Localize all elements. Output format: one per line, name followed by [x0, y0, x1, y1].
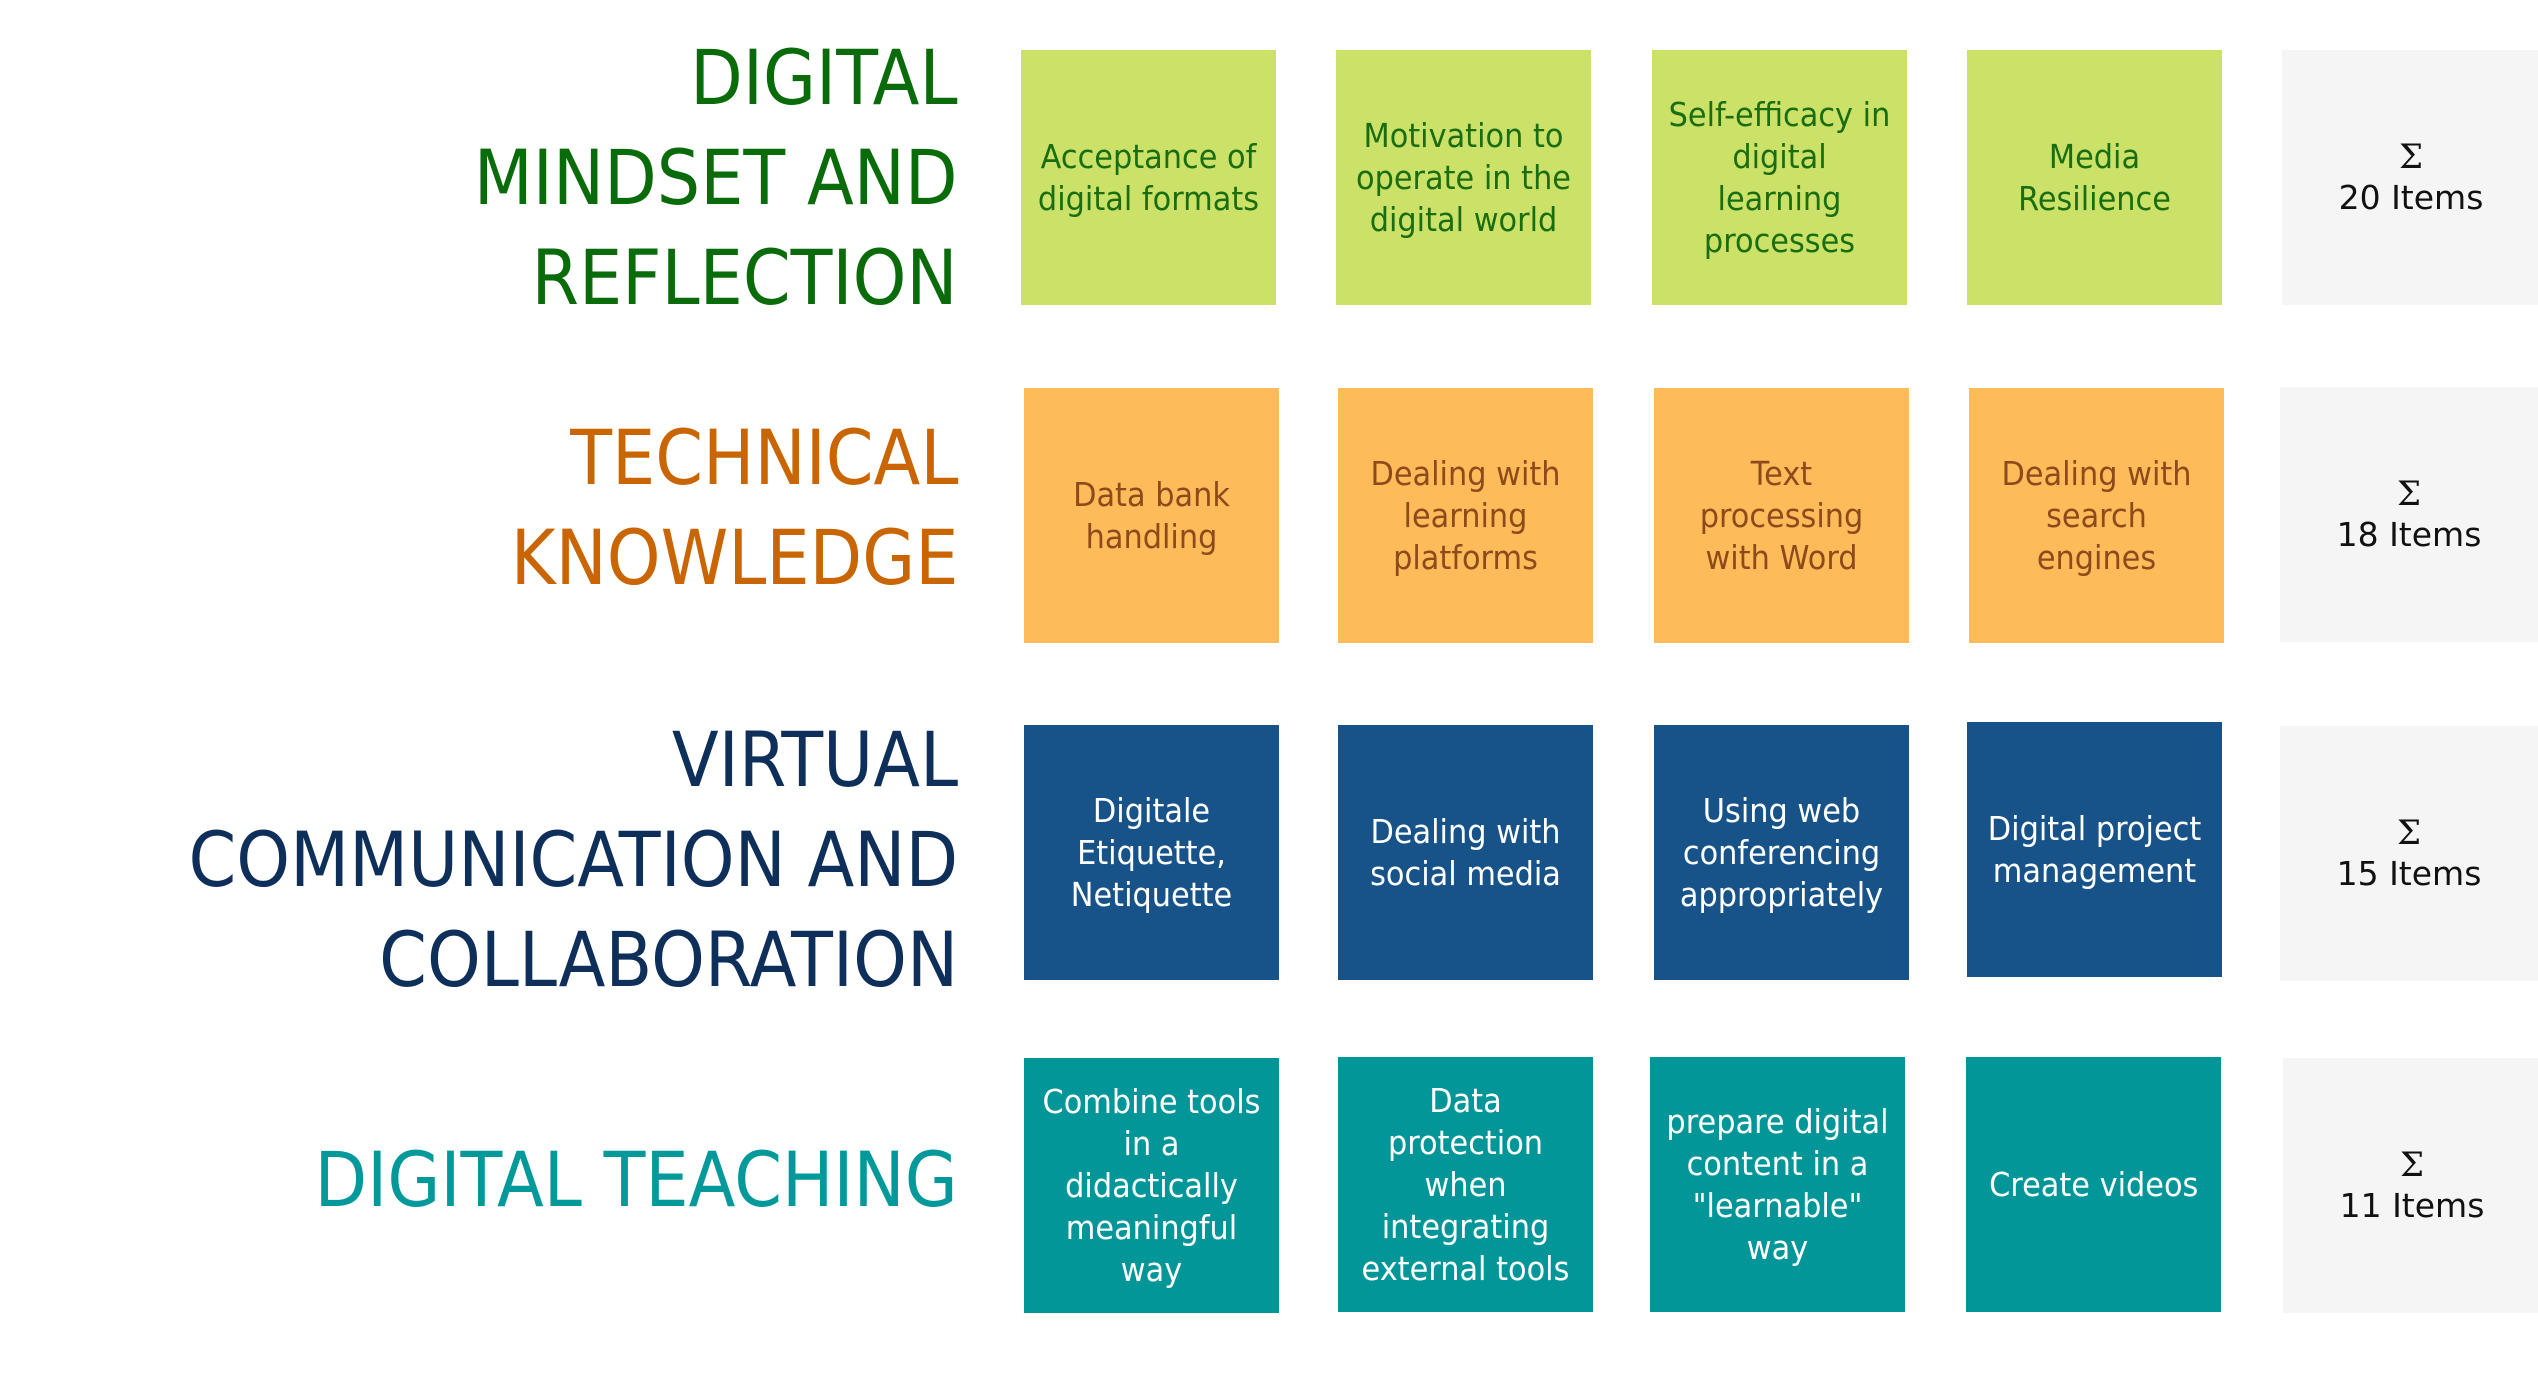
- competence-label: prepare digital content in a "learnable"…: [1666, 1101, 1889, 1267]
- item-sum-box: Σ 11 Items: [2283, 1058, 2538, 1313]
- competence-box: Data protection when integrating externa…: [1338, 1057, 1593, 1312]
- heading-line: COLLABORATION: [379, 915, 959, 1004]
- item-count: 15 Items: [2336, 853, 2482, 893]
- competence-label: Motivation to operate in the digital wor…: [1355, 115, 1571, 239]
- competence-label: Digital project management: [1987, 808, 2202, 890]
- competence-box: Media Resilience: [1967, 50, 2222, 305]
- sigma-icon: Σ: [2398, 136, 2424, 177]
- competence-label: Text processing with Word: [1699, 453, 1864, 577]
- heading-digital-mindset: DIGITAL MINDSET AND REFLECTION: [474, 28, 958, 328]
- competence-label: Data protection when integrating externa…: [1361, 1080, 1570, 1288]
- competence-box: Combine tools in a didactically meaningf…: [1024, 1058, 1279, 1313]
- item-count: 18 Items: [2336, 514, 2482, 554]
- competence-box: Using web conferencing appropriately: [1654, 725, 1909, 980]
- heading-line: DIGITAL TEACHING: [314, 1135, 958, 1224]
- heading-line: DIGITAL: [690, 33, 958, 122]
- item-count: 20 Items: [2338, 177, 2484, 217]
- sigma-icon: Σ: [2396, 812, 2422, 853]
- competence-box: prepare digital content in a "learnable"…: [1650, 1057, 1905, 1312]
- competence-label: Digitale Etiquette, Netiquette: [1070, 790, 1233, 914]
- heading-line: REFLECTION: [531, 233, 958, 322]
- heading-digital-teaching: DIGITAL TEACHING: [315, 1130, 958, 1230]
- heading-line: MINDSET AND: [474, 133, 958, 222]
- competence-box: Dealing with social media: [1338, 725, 1593, 980]
- competence-box: Digitale Etiquette, Netiquette: [1024, 725, 1279, 980]
- competence-label: Create videos: [1988, 1164, 2199, 1204]
- item-sum-box: Σ 18 Items: [2280, 387, 2538, 642]
- competence-box: Motivation to operate in the digital wor…: [1336, 50, 1591, 305]
- item-sum-box: Σ 20 Items: [2282, 50, 2538, 305]
- competence-label: Dealing with social media: [1370, 811, 1561, 893]
- competence-box: Data bank handling: [1024, 388, 1279, 643]
- item-sum-box: Σ 15 Items: [2280, 726, 2538, 981]
- competence-label: Self-efficacy in digital learning proces…: [1668, 94, 1891, 260]
- competence-label: Media Resilience: [2018, 136, 2171, 218]
- competence-label: Dealing with search engines: [2001, 453, 2192, 577]
- competence-box: Text processing with Word: [1654, 388, 1909, 643]
- competence-box: Dealing with search engines: [1969, 388, 2224, 643]
- sigma-icon: Σ: [2396, 473, 2422, 514]
- heading-technical-knowledge: TECHNICAL KNOWLEDGE: [510, 408, 958, 608]
- competence-box: Self-efficacy in digital learning proces…: [1652, 50, 1907, 305]
- heading-line: TECHNICAL: [569, 413, 958, 502]
- competence-box: Digital project management: [1967, 722, 2222, 977]
- competence-label: Dealing with learning platforms: [1370, 453, 1561, 577]
- competence-label: Data bank handling: [1073, 474, 1230, 556]
- competence-label: Acceptance of digital formats: [1037, 136, 1260, 218]
- competence-label: Using web conferencing appropriately: [1679, 790, 1884, 914]
- competence-box: Acceptance of digital formats: [1021, 50, 1276, 305]
- heading-virtual-communication: VIRTUAL COMMUNICATION AND COLLABORATION: [188, 710, 958, 1010]
- sigma-icon: Σ: [2399, 1144, 2425, 1185]
- competence-box: Create videos: [1966, 1057, 2221, 1312]
- competence-box: Dealing with learning platforms: [1338, 388, 1593, 643]
- competence-label: Combine tools in a didactically meaningf…: [1042, 1081, 1261, 1289]
- heading-line: COMMUNICATION AND: [188, 815, 958, 904]
- item-count: 11 Items: [2339, 1185, 2485, 1225]
- heading-line: KNOWLEDGE: [510, 513, 958, 602]
- heading-line: VIRTUAL: [671, 715, 958, 804]
